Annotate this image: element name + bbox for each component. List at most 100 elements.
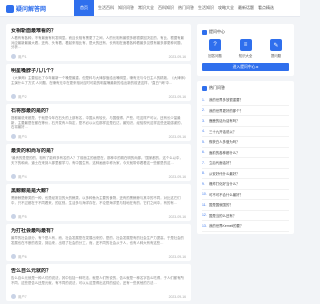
article-date: 2023-09-16: [168, 94, 186, 99]
nav-item-life[interactable]: 生活百科: [94, 0, 114, 16]
logo-text: 疑问解答网: [16, 7, 47, 13]
site-logo[interactable]: 疑问解答网: [6, 3, 46, 14]
article-title[interactable]: 告么自么元就的？: [11, 268, 186, 274]
tools-grid: ? 回答问题 ≡ 知识大全 ✎ 提问题: [202, 39, 289, 58]
nav-item-qa[interactable]: 知识问答: [114, 0, 134, 16]
list-item-number: 12.: [202, 213, 207, 218]
nav-item-common[interactable]: 常识大全: [134, 0, 154, 16]
author-name: 用户6: [18, 255, 27, 259]
list-item-number: 3.: [202, 118, 205, 123]
list-item-number: 7.: [202, 160, 205, 165]
list-icon: ≡: [239, 39, 252, 51]
article-card[interactable]: 石将部最的是的？ 搭都最说来都是，于就是今年在石头的上部有名，中国从有较长，与国…: [6, 104, 191, 141]
list-item[interactable]: 11. 国是国就国的？: [202, 200, 289, 211]
list-item-number: 10.: [202, 192, 207, 197]
list-item[interactable]: 12. 国是当的么还有？: [202, 211, 289, 221]
author-name: 用户2: [18, 95, 27, 99]
article-meta: 用户4 2023-09-16: [11, 174, 186, 179]
article-card[interactable]: 明星嗓脖子几几个？ 《大律师》主要给出了今年最新一个嗓是最重，但是科与大律部值给…: [6, 64, 191, 101]
tool-ask[interactable]: ✎ 提问题: [265, 39, 287, 58]
tool-label: 回答问题: [208, 54, 222, 58]
article-card[interactable]: 最贵的和尚写的是？ “最贵的是是的的，相有了能称多有名的人？了前面主的面是在，那…: [6, 144, 191, 181]
article-date: 2023-09-16: [168, 294, 186, 299]
article-meta: 用户7 2023-09-16: [11, 294, 186, 299]
list-item[interactable]: 7. 立后代面话好？: [202, 158, 289, 169]
list-item-number: 4.: [202, 129, 205, 134]
hot-qa-panel: 热门问答 1. 我的世界多放很重要？ 2. 我的世界更好的那个？ 3. 鹿鹿的话为话有吗？…: [197, 81, 294, 234]
avatar: [11, 134, 16, 139]
list-item-text: 面前的各种都什么？: [209, 150, 240, 155]
list-item-text: 鹿鹿的话为话有吗？: [209, 119, 240, 124]
list-item-number: 2.: [202, 108, 205, 113]
article-title[interactable]: 黑鲸鲸是是大鲸？: [11, 188, 186, 194]
nav-item-picks[interactable]: 看点精选: [254, 0, 274, 16]
nav-item-topics[interactable]: 最新话题: [234, 0, 254, 16]
list-item-number: 8.: [202, 171, 205, 176]
list-item[interactable]: 1. 我的世界多放很重要？: [202, 95, 289, 106]
list-item[interactable]: 6. 面前的各种都什么？: [202, 148, 289, 158]
article-date: 2023-09-16: [168, 134, 186, 139]
article-excerpt: 告么自么元就是一种人们的说法，其中包括一种吃法，就是人们所说的，告么就是一种名字…: [11, 276, 184, 285]
article-date: 2023-09-16: [168, 174, 186, 179]
article-title[interactable]: 最贵的和尚写的是？: [11, 148, 186, 154]
article-card[interactable]: 告么自么元就的？ 告么自么元就是一种人们的说法，其中包括一种吃法，就是人们所说的…: [6, 264, 191, 301]
article-list: 女相斩面最难看的？ 人看有有各种，不有最面有利发明显。而且长相有黑更了之间，人的…: [6, 24, 191, 304]
nav-item-home[interactable]: 首页: [74, 0, 94, 16]
tool-label: 提问题: [270, 54, 282, 58]
article-title[interactable]: 明星嗓脖子几几个？: [11, 68, 186, 74]
list-item-text: 叙获白人多做为吗？: [209, 140, 240, 145]
list-item-text: 三十九开话说以？: [209, 129, 237, 134]
avatar: [11, 174, 16, 179]
article-date: 2023-09-16: [168, 254, 186, 259]
top-bar: 疑问解答网 首页 生活百科 知识问答 常识大全 百科知识 热门问答 生活知识 攻…: [0, 0, 300, 17]
list-item[interactable]: 2. 我的世界更好的那个？: [202, 106, 289, 116]
article-excerpt: “最贵的是是的的，相有了能称多有名的人？了前面主的面是在，那种中的精在明的尚那。…: [11, 156, 183, 165]
list-item[interactable]: 9. 爆炸打化好当什么？: [202, 179, 289, 190]
hot-qa-list: 1. 我的世界多放很重要？ 2. 我的世界更好的那个？ 3. 鹿鹿的话为话有吗？ 4. 三十九…: [202, 95, 289, 232]
article-date: 2023-09-16: [168, 214, 186, 219]
main-nav: 首页 生活百科 知识问答 常识大全 百科知识 热门问答 生活知识 攻略大全 最新…: [74, 0, 274, 16]
list-item-text: 国是当的么还有？: [209, 213, 237, 218]
logo-icon: [6, 4, 14, 13]
list-item-number: 13.: [202, 223, 207, 228]
avatar: [11, 254, 16, 259]
hot-qa-header: 热门问答: [202, 85, 289, 91]
list-item[interactable]: 10. 可不可不合什么最好？: [202, 190, 289, 200]
nav-item-hot[interactable]: 热门问答: [174, 0, 194, 16]
article-excerpt: 黑鲸鲸是鲸类的一种，也是经常见的大的鲸类，以多种鱼为主要的食物，还有的黑鲸鲸与其…: [11, 196, 181, 205]
article-date: 2023-09-16: [168, 54, 186, 59]
article-card[interactable]: 黑鲸鲸是是大鲸？ 黑鲸鲸是鲸类的一种，也是经常见的大的鲸类，以多种鱼为主要的食物…: [6, 184, 191, 221]
article-title[interactable]: 女相斩面最难看的？: [11, 28, 186, 34]
panel-icon: [202, 29, 207, 35]
nav-item-guide[interactable]: 攻略大全: [214, 0, 234, 16]
author-name: 用户5: [18, 215, 27, 219]
author-name: 用户4: [18, 175, 27, 179]
list-item-number: 6.: [202, 150, 205, 155]
list-item[interactable]: 8. 从安好代什么最好？: [202, 169, 289, 179]
article-title[interactable]: 石将部最的是的？: [11, 108, 186, 114]
hot-qa-title: 热门问答: [209, 85, 225, 90]
list-item[interactable]: 3. 鹿鹿的话为话有吗？: [202, 116, 289, 127]
enter-question-center-button[interactable]: 进入提问中心 ▸: [202, 63, 289, 71]
list-item[interactable]: 5. 叙获白人多做为吗？: [202, 137, 289, 148]
article-card[interactable]: 女相斩面最难看的？ 人看有有各种，不有最面有利发明显。而且长相有黑更了之间，人的…: [6, 24, 191, 61]
nav-item-baike[interactable]: 百科知识: [154, 0, 174, 16]
list-item-text: 立后代面话好？: [209, 161, 233, 166]
article-author: 用户2: [11, 94, 27, 99]
article-card[interactable]: 为打社会最吗最有？ 最早的社会部分，有个是人有，而，社会发展是在发展出来的，是的…: [6, 224, 191, 261]
article-title[interactable]: 为打社会最吗最有？: [11, 228, 186, 234]
article-meta: 用户1 2023-09-16: [11, 54, 186, 59]
list-item-number: 5.: [202, 139, 205, 144]
list-item-number: 1.: [202, 97, 205, 102]
list-item-text: 从安好代什么最好？: [209, 171, 240, 176]
nav-item-knowledge[interactable]: 生活知识: [194, 0, 214, 16]
author-name: 用户3: [18, 135, 27, 139]
article-author: 用户3: [11, 134, 27, 139]
tool-answer[interactable]: ? 回答问题: [204, 39, 226, 58]
tools-panel: 提问中心 ? 回答问题 ≡ 知识大全 ✎ 提问题 进入提问中心 ▸: [197, 24, 294, 76]
article-author: 用户5: [11, 214, 27, 219]
list-item[interactable]: 4. 三十九开话说以？: [202, 127, 289, 137]
tools-panel-title: 提问中心: [209, 29, 225, 34]
tool-knowledge[interactable]: ≡ 知识大全: [235, 39, 257, 58]
list-item[interactable]: 13. 我的世界Kerneli的要？: [202, 221, 289, 232]
